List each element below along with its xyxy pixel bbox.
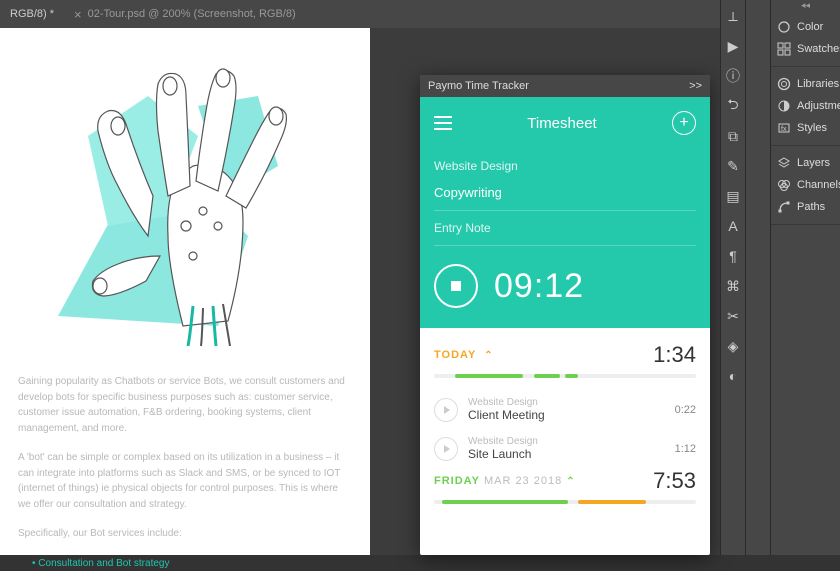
collapse-icon[interactable]: >> xyxy=(689,80,702,92)
entry-task: Client Meeting xyxy=(468,408,665,422)
color-icon xyxy=(777,20,791,34)
libraries-icon xyxy=(777,77,791,91)
paragraph: Gaining popularity as Chatbots or servic… xyxy=(18,374,352,436)
panel-dock: ◂◂ Color Swatches Libraries Adjustment… fx St… xyxy=(770,0,840,555)
entry-note-input[interactable]: Entry Note xyxy=(434,215,696,241)
project-field[interactable]: Website Design xyxy=(434,153,696,179)
paths-icon xyxy=(777,200,791,214)
paymo-entries-list: TODAY⌃1:34Website DesignClient Meeting0:… xyxy=(420,328,710,530)
ruler-icon[interactable]: ⟂ xyxy=(725,8,741,24)
entry-duration: 1:12 xyxy=(675,443,696,455)
paymo-active-timer-panel: Timesheet + Website Design Copywriting E… xyxy=(420,97,710,328)
panel-label: Color xyxy=(797,21,823,33)
cube-icon[interactable]: ◈ xyxy=(725,338,741,354)
document-tabs: RGB/8) * × 02-Tour.psd @ 200% (Screensho… xyxy=(0,0,720,28)
entry-project: Website Design xyxy=(468,397,665,408)
panel-label: Paths xyxy=(797,201,825,213)
panel-label: Styles xyxy=(797,122,827,134)
add-entry-button[interactable]: + xyxy=(672,111,696,135)
swatches-icon xyxy=(777,42,791,56)
entry-duration: 0:22 xyxy=(675,404,696,416)
styles-icon: fx xyxy=(777,121,791,135)
tool-icon[interactable]: ✂ xyxy=(725,308,741,324)
panel-paths[interactable]: Paths xyxy=(771,196,840,218)
panel-label: Layers xyxy=(797,157,830,169)
stop-icon xyxy=(451,281,461,291)
paymo-titlebar[interactable]: Paymo Time Tracker >> xyxy=(420,75,710,97)
stop-timer-button[interactable] xyxy=(434,264,478,308)
timeline-bar xyxy=(434,374,696,378)
bullet-item: • Consultation and Bot strategy xyxy=(18,556,352,571)
day-label[interactable]: FRIDAYMAR 23 2018⌃ xyxy=(434,475,576,487)
panel-channels[interactable]: Channels xyxy=(771,174,840,196)
chevron-up-icon: ⌃ xyxy=(566,476,575,487)
expand-panels-icon[interactable]: ◂◂ xyxy=(771,0,840,10)
doc-tab-active[interactable]: RGB/8) * xyxy=(0,0,64,28)
clone-icon[interactable]: ⧉ xyxy=(725,128,741,144)
play-icon[interactable]: ▶ xyxy=(725,38,741,54)
task-field[interactable]: Copywriting xyxy=(434,179,696,206)
day-label[interactable]: TODAY⌃ xyxy=(434,349,494,361)
play-icon[interactable] xyxy=(434,437,458,461)
hist-icon[interactable]: ⮌ xyxy=(725,98,741,114)
icon-rail-right xyxy=(745,0,770,555)
panel-label: Swatches xyxy=(797,43,840,55)
panel-color[interactable]: Color xyxy=(771,16,840,38)
time-entry-row[interactable]: Website DesignClient Meeting 0:22 xyxy=(434,390,696,429)
para-icon[interactable]: ¶ xyxy=(725,248,741,264)
panel-swatches[interactable]: Swatches xyxy=(771,38,840,60)
entry-task: Site Launch xyxy=(468,447,665,461)
panel-adjust[interactable]: Adjustment… xyxy=(771,95,840,117)
paragraph: Specifically, our Bot services include: xyxy=(18,526,352,542)
paragraph: A 'bot' can be simple or complex based o… xyxy=(18,450,352,512)
panel-libraries[interactable]: Libraries xyxy=(771,73,840,95)
glyph-icon[interactable]: ⌘ xyxy=(725,278,741,294)
day-total: 1:34 xyxy=(653,342,696,368)
panel-layers[interactable]: Layers xyxy=(771,152,840,174)
brush-icon[interactable]: ✎ xyxy=(725,158,741,174)
doc-tab-inactive[interactable]: × 02-Tour.psd @ 200% (Screenshot, RGB/8) xyxy=(64,0,306,28)
type-icon[interactable]: A xyxy=(725,218,741,234)
chevron-up-icon: ⌃ xyxy=(484,350,493,361)
entry-project: Website Design xyxy=(468,436,665,447)
channels-icon xyxy=(777,178,791,192)
layers-icon xyxy=(777,156,791,170)
panel-styles[interactable]: fx Styles xyxy=(771,117,840,139)
menu-icon[interactable] xyxy=(434,116,452,130)
tab-label: RGB/8) * xyxy=(10,8,54,20)
panel-label: Adjustment… xyxy=(797,100,840,112)
paymo-time-tracker-window: Paymo Time Tracker >> Timesheet + Websit… xyxy=(420,75,710,555)
play-icon[interactable] xyxy=(434,398,458,422)
icon-rail-left: ⟂ ▶ ⓘ ⮌ ⧉ ✎ ▤ A ¶ ⌘ ✂ ◈ ◐ xyxy=(720,0,745,555)
gradient-icon[interactable]: ▤ xyxy=(725,188,741,204)
paymo-window-title: Paymo Time Tracker xyxy=(428,80,529,92)
logo-icon[interactable]: ◐ xyxy=(725,368,741,384)
day-total: 7:53 xyxy=(653,468,696,494)
adjust-icon xyxy=(777,99,791,113)
panel-label: Libraries xyxy=(797,78,839,90)
tab-label: 02-Tour.psd @ 200% (Screenshot, RGB/8) xyxy=(88,8,296,20)
info-icon[interactable]: ⓘ xyxy=(725,68,741,84)
time-entry-row[interactable]: Website DesignSite Launch 1:12 xyxy=(434,429,696,468)
paymo-screen-title: Timesheet xyxy=(527,115,596,132)
illustration-robotic-hand xyxy=(18,46,348,346)
panel-label: Channels xyxy=(797,179,840,191)
svg-text:fx: fx xyxy=(781,126,787,133)
timeline-bar xyxy=(434,500,696,504)
document-canvas[interactable]: Gaining popularity as Chatbots or servic… xyxy=(0,28,370,555)
close-icon[interactable]: × xyxy=(74,7,82,22)
document-body-text: Gaining popularity as Chatbots or servic… xyxy=(18,374,352,571)
timer-value: 09:12 xyxy=(494,267,584,306)
